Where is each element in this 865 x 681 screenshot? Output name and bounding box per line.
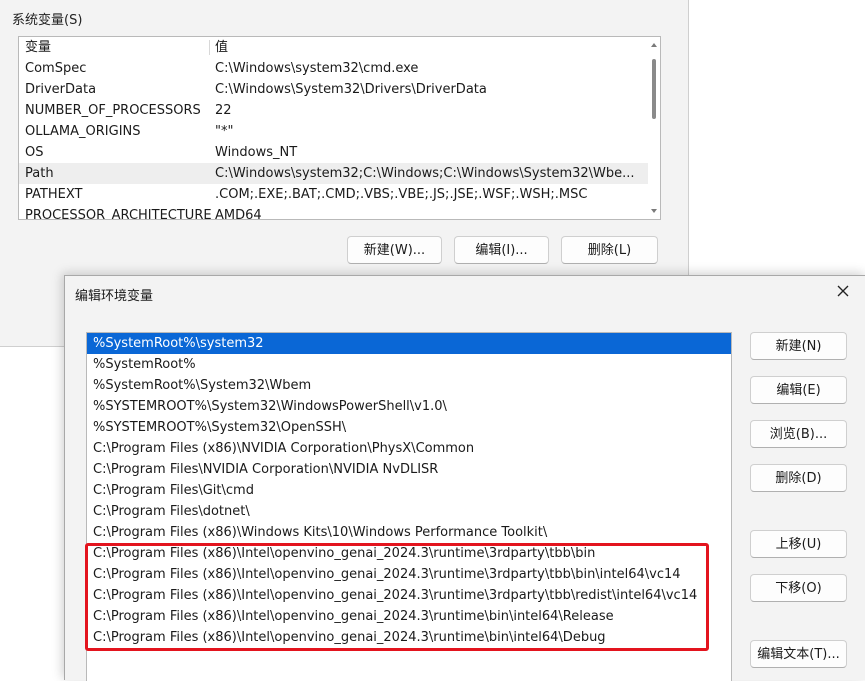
move-down-button[interactable]: 下移(O)	[750, 574, 847, 602]
path-entry[interactable]: %SYSTEMROOT%\System32\OpenSSH\	[87, 417, 731, 438]
column-header-name[interactable]: 变量	[25, 37, 51, 58]
path-entry[interactable]: %SystemRoot%\System32\Wbem	[87, 375, 731, 396]
path-entry[interactable]: C:\Program Files (x86)\Intel\openvino_ge…	[87, 564, 731, 585]
variable-name: DriverData	[25, 82, 97, 97]
variable-row-selected[interactable]: Path C:\Windows\system32;C:\Windows;C:\W…	[19, 163, 660, 184]
variable-name: Path	[25, 166, 54, 181]
column-header-value[interactable]: 值	[215, 37, 228, 58]
variable-value: C:\Windows\system32;C:\Windows;C:\Window…	[215, 166, 635, 181]
path-entry[interactable]: C:\Program Files (x86)\Intel\openvino_ge…	[87, 606, 731, 627]
variable-name: PATHEXT	[25, 187, 83, 202]
move-up-button[interactable]: 上移(U)	[750, 530, 847, 558]
variable-value: "*"	[215, 124, 234, 139]
vertical-scrollbar[interactable]	[648, 37, 660, 219]
new-path-button[interactable]: 新建(N)	[750, 332, 847, 360]
variable-name: ComSpec	[25, 61, 87, 76]
list-header: 变量 值	[19, 37, 660, 58]
variable-value: AMD64	[215, 208, 262, 220]
path-entry[interactable]: %SystemRoot%	[87, 354, 731, 375]
close-icon[interactable]	[834, 282, 852, 300]
delete-path-button[interactable]: 删除(D)	[750, 464, 847, 492]
variable-name: NUMBER_OF_PROCESSORS	[25, 103, 201, 118]
scroll-up-arrow-icon[interactable]	[651, 43, 657, 47]
variable-row[interactable]: NUMBER_OF_PROCESSORS 22	[19, 100, 660, 121]
system-variables-title: 系统变量(S)	[12, 13, 83, 28]
system-variables-list[interactable]: 变量 值 ComSpec C:\Windows\system32\cmd.exe…	[18, 36, 661, 220]
variable-row[interactable]: PROCESSOR_ARCHITECTURE AMD64	[19, 205, 660, 220]
dialog-title: 编辑环境变量	[75, 289, 154, 304]
scroll-down-arrow-icon[interactable]	[651, 209, 657, 213]
variable-value: Windows_NT	[215, 145, 298, 160]
variable-row[interactable]: OLLAMA_ORIGINS "*"	[19, 121, 660, 142]
path-entry[interactable]: %SYSTEMROOT%\System32\WindowsPowerShell\…	[87, 396, 731, 417]
path-entry[interactable]: C:\Program Files (x86)\Intel\openvino_ge…	[87, 627, 731, 648]
browse-button[interactable]: 浏览(B)...	[750, 420, 847, 448]
path-entry[interactable]: C:\Program Files (x86)\Intel\openvino_ge…	[87, 543, 731, 564]
path-entry-selected[interactable]: %SystemRoot%\system32	[87, 333, 731, 354]
variable-row[interactable]: PATHEXT .COM;.EXE;.BAT;.CMD;.VBS;.VBE;.J…	[19, 184, 660, 205]
variable-name: OLLAMA_ORIGINS	[25, 124, 141, 139]
path-entry[interactable]: C:\Program Files (x86)\Windows Kits\10\W…	[87, 522, 731, 543]
variable-value: .COM;.EXE;.BAT;.CMD;.VBS;.VBE;.JS;.JSE;.…	[215, 187, 588, 202]
variable-value: C:\Windows\System32\Drivers\DriverData	[215, 82, 487, 97]
scrollbar-thumb[interactable]	[652, 59, 656, 119]
path-entry[interactable]: C:\Program Files\NVIDIA Corporation\NVID…	[87, 459, 731, 480]
variable-value: C:\Windows\system32\cmd.exe	[215, 61, 419, 76]
path-entry[interactable]: C:\Program Files\Git\cmd	[87, 480, 731, 501]
path-entry[interactable]: C:\Program Files (x86)\NVIDIA Corporatio…	[87, 438, 731, 459]
edit-variable-button[interactable]: 编辑(I)...	[454, 236, 549, 264]
delete-variable-button[interactable]: 删除(L)	[561, 236, 658, 264]
variable-name: PROCESSOR_ARCHITECTURE	[25, 208, 212, 220]
path-entry[interactable]: C:\Program Files\dotnet\	[87, 501, 731, 522]
variable-row[interactable]: DriverData C:\Windows\System32\Drivers\D…	[19, 79, 660, 100]
edit-path-button[interactable]: 编辑(E)	[750, 376, 847, 404]
variable-value: 22	[215, 103, 232, 118]
edit-environment-variable-dialog: 编辑环境变量 %SystemRoot%\system32 %SystemRoot…	[64, 275, 865, 681]
path-entry[interactable]: C:\Program Files (x86)\Intel\openvino_ge…	[87, 585, 731, 606]
variable-row[interactable]: ComSpec C:\Windows\system32\cmd.exe	[19, 58, 660, 79]
edit-text-button[interactable]: 编辑文本(T)...	[750, 640, 847, 668]
variable-row[interactable]: OS Windows_NT	[19, 142, 660, 163]
variable-name: OS	[25, 145, 44, 160]
path-entries-list[interactable]: %SystemRoot%\system32 %SystemRoot% %Syst…	[86, 332, 732, 681]
column-separator[interactable]	[209, 40, 210, 55]
new-variable-button[interactable]: 新建(W)...	[347, 236, 442, 264]
